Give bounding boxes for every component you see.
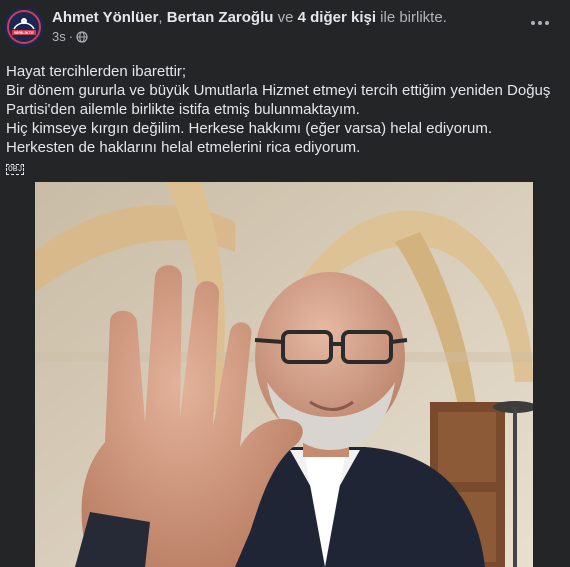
meta-dot: · (68, 29, 74, 44)
author-name[interactable]: Ahmet Yönlüer (52, 9, 158, 26)
avatar[interactable]: BİRİLİKTE (4, 7, 44, 47)
avatar-text: BİRİLİKTE (14, 30, 34, 35)
post-text-line: Hiç kimseye kırgın değilim. Herkese hakk… (6, 120, 492, 156)
obj-placeholder-tag: OBJ (6, 164, 25, 175)
post-body: Hayat tercihlerden ibarettir; Bir dönem … (6, 62, 564, 176)
post-header: BİRİLİKTE Ahmet Yönlüer, Bertan Zaroğlu … (0, 0, 570, 56)
post-text-line: Bir dönem gururla ve büyük Umutlarla Hiz… (6, 82, 551, 118)
tagged-person[interactable]: Bertan Zaroğlu (167, 9, 274, 26)
more-dots-icon (531, 21, 549, 25)
post-time[interactable]: 3s (52, 29, 66, 45)
separator-comma: , (158, 9, 167, 26)
post-meta: 3s · (52, 29, 88, 45)
waving-man-photo (35, 182, 533, 567)
post-photo[interactable] (35, 182, 533, 567)
avatar-logo: BİRİLİKTE (4, 7, 44, 47)
with-phrase: ile birlikte. (376, 9, 447, 26)
post-author-line: Ahmet Yönlüer, Bertan Zaroğlu ve 4 diğer… (52, 8, 447, 28)
post-text-line: Hayat tercihlerden ibarettir; (6, 63, 187, 80)
more-options-button[interactable] (528, 14, 552, 32)
globe-icon[interactable] (76, 31, 88, 43)
others-link[interactable]: 4 diğer kişi (298, 9, 376, 26)
and-word: ve (273, 9, 298, 26)
